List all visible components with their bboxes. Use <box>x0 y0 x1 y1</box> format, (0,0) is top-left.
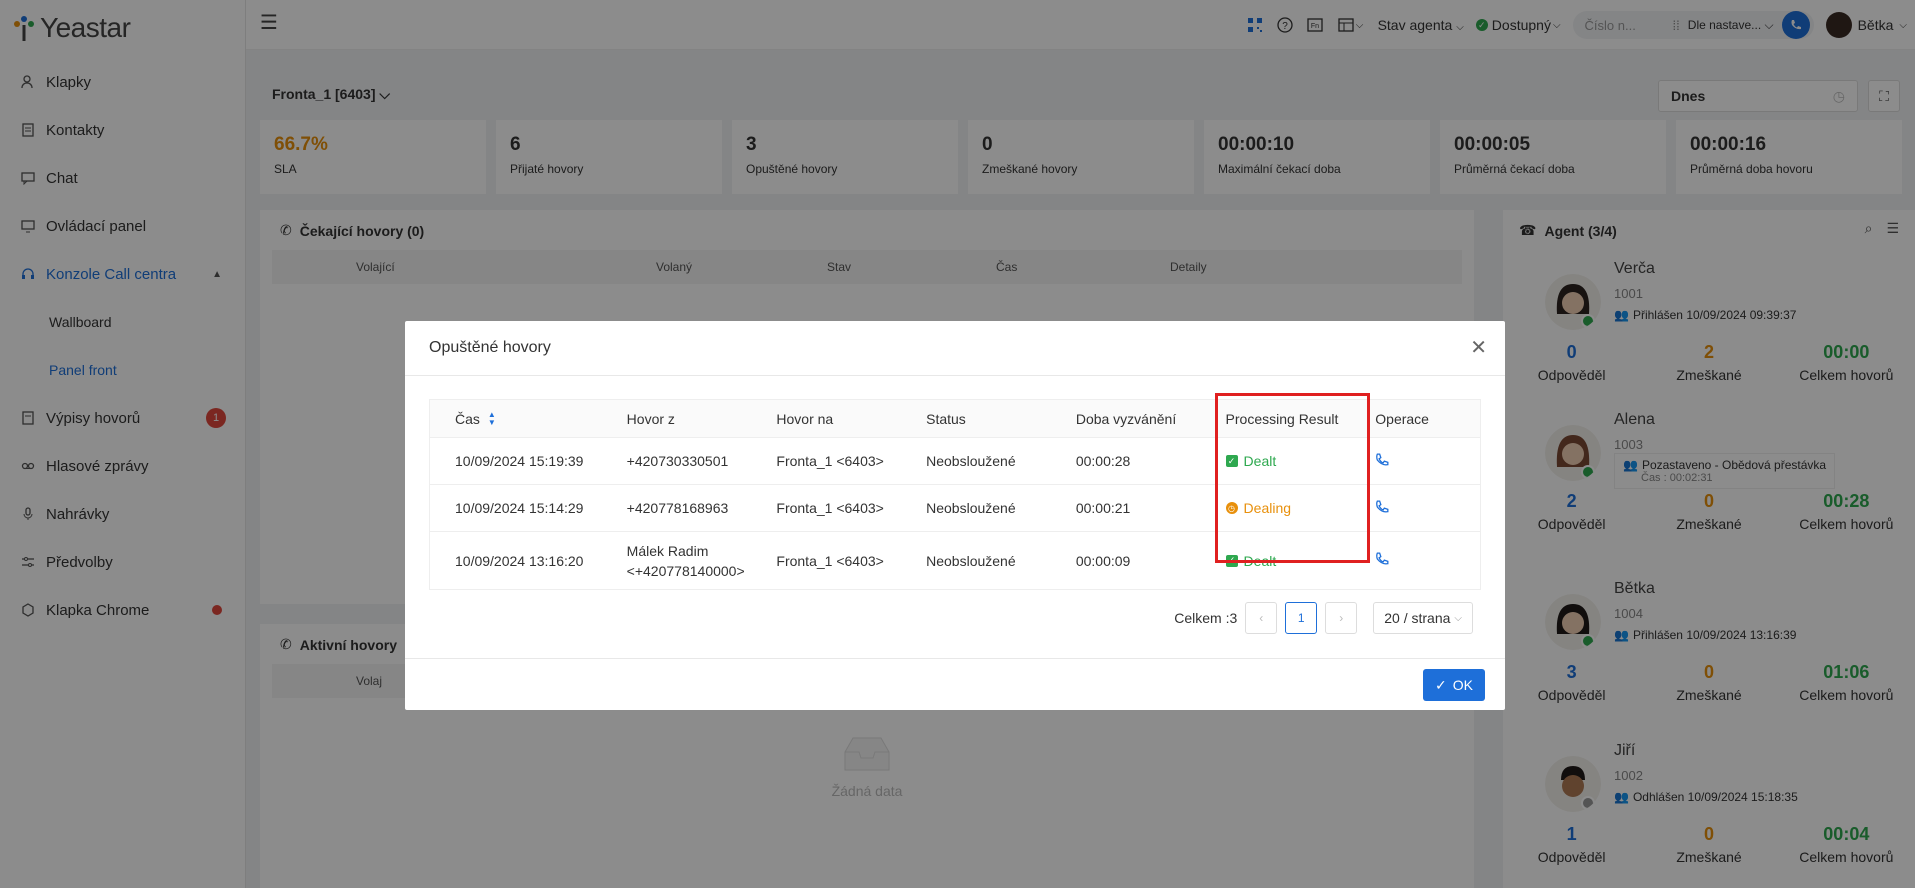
total-count: Celkem :3 <box>1174 610 1238 626</box>
cell-ring-duration: 00:00:28 <box>1075 453 1131 469</box>
cell-time: 10/09/2024 15:14:29 <box>455 500 584 516</box>
cell-operation <box>1363 552 1480 569</box>
cell-from: +420730330501 <box>626 453 729 469</box>
pagination: Celkem :3 ‹ 1 › 20 / strana ⌵ <box>1174 602 1473 634</box>
column-header: Doba vyzvánění <box>1075 410 1177 427</box>
column-header-label: Čas <box>455 410 480 427</box>
chevron-down-icon: ⌵ <box>1454 612 1462 624</box>
cell-operation <box>1363 453 1480 470</box>
cell-to: Fronta_1 <6403> <box>776 453 884 469</box>
column-header: Operace <box>1375 410 1429 427</box>
cell-from: +420778168963 <box>626 500 729 516</box>
call-back-icon[interactable] <box>1375 552 1389 569</box>
call-back-icon[interactable] <box>1375 453 1389 470</box>
column-header-time[interactable]: Čas ▲ ▼ <box>430 410 615 427</box>
divider <box>405 375 1505 376</box>
divider <box>405 658 1505 659</box>
page-button[interactable]: 1 <box>1285 602 1318 634</box>
caller-number: <+420778140000> <box>626 562 745 579</box>
page-size-select[interactable]: 20 / strana ⌵ <box>1373 602 1473 634</box>
column-header: Hovor z <box>626 410 675 427</box>
caller-name: Málek Radim <box>626 542 709 559</box>
column-header: Hovor na <box>776 410 834 427</box>
processing-result-highlight <box>1215 393 1370 563</box>
next-page-button[interactable]: › <box>1325 602 1358 634</box>
cell-time: 10/09/2024 13:16:20 <box>455 552 584 569</box>
cell-ring-duration: 00:00:21 <box>1075 500 1131 516</box>
ok-label: OK <box>1452 677 1473 693</box>
prev-page-button[interactable]: ‹ <box>1245 602 1278 634</box>
cell-status: Neobsloužené <box>926 453 1016 469</box>
page-size-label: 20 / strana <box>1384 610 1451 626</box>
cell-from: Málek Radim <+420778140000> <box>615 543 765 579</box>
cell-to: Fronta_1 <6403> <box>776 552 884 569</box>
close-icon[interactable]: ✕ <box>1470 335 1487 360</box>
ok-button[interactable]: ✓ OK <box>1423 669 1485 701</box>
abandoned-calls-dialog: Opuštěné hovory ✕ Čas ▲ ▼ Hovor z Hovor na… <box>405 321 1505 710</box>
cell-ring-duration: 00:00:09 <box>1075 552 1131 569</box>
check-icon: ✓ <box>1435 676 1447 693</box>
sort-icon[interactable]: ▲ ▼ <box>488 410 496 427</box>
column-header: Status <box>926 410 966 427</box>
cell-status: Neobsloužené <box>926 552 1016 569</box>
call-back-icon[interactable] <box>1375 500 1389 517</box>
cell-status: Neobsloužené <box>926 500 1016 516</box>
cell-operation <box>1363 500 1480 517</box>
cell-to: Fronta_1 <6403> <box>776 500 884 516</box>
dialog-title: Opuštěné hovory <box>429 339 551 356</box>
cell-time: 10/09/2024 15:19:39 <box>455 453 584 469</box>
